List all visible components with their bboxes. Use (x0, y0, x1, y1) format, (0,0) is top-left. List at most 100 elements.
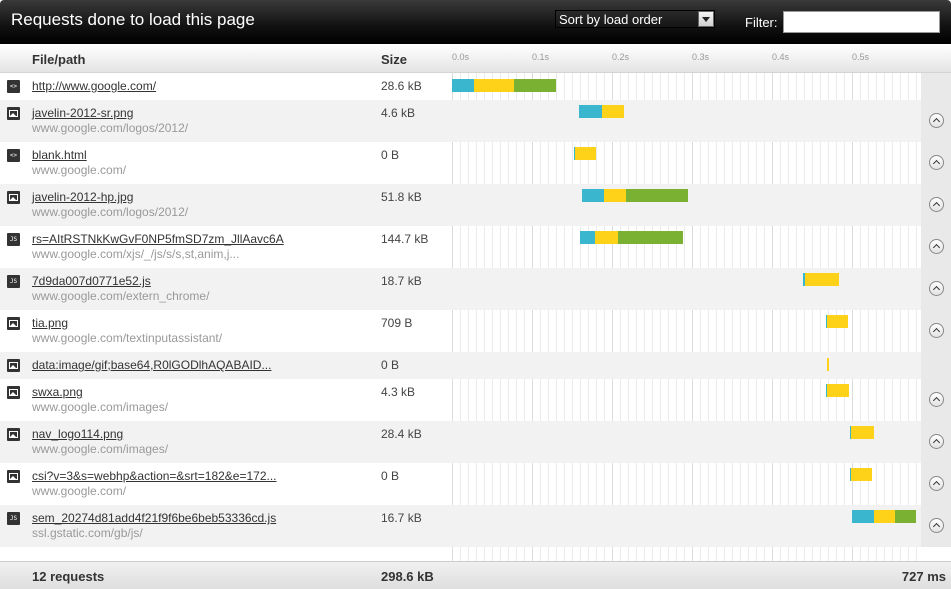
timeline-tick: 0.4s (772, 52, 790, 62)
request-timeline (452, 184, 920, 226)
timeline-tick: 0.1s (532, 52, 550, 62)
timing-bar-wait (851, 468, 872, 481)
request-row[interactable]: javelin-2012-sr.png www.google.com/logos/… (0, 100, 951, 142)
request-timeline (452, 142, 920, 184)
request-timeline (452, 421, 920, 463)
request-path: www.google.com/ (32, 163, 127, 177)
request-path: www.google.com/ (32, 484, 127, 498)
request-row[interactable]: data:image/gif;base64,R0lGODlhAQABAID...… (0, 352, 951, 379)
total-requests: 12 requests (32, 569, 105, 584)
request-row[interactable]: <> blank.html www.google.com/0 B (0, 142, 951, 184)
request-row[interactable]: csi?v=3&s=webhp&action=&srt=182&e=172...… (0, 463, 951, 505)
request-path: www.google.com/images/ (32, 442, 169, 456)
request-link[interactable]: javelin-2012-hp.jpg (32, 190, 133, 204)
timing-bar-dns (452, 79, 475, 92)
request-link[interactable]: csi?v=3&s=webhp&action=&srt=182&e=172... (32, 469, 277, 483)
timeline-tick: 0.5s (852, 52, 870, 62)
request-link[interactable]: http://www.google.com/ (32, 79, 156, 93)
request-row[interactable]: swxa.png www.google.com/images/4.3 kB (0, 379, 951, 421)
timing-bar-wait (602, 105, 624, 118)
request-size: 709 B (381, 316, 413, 330)
request-timeline (452, 352, 920, 379)
collapse-icon[interactable] (929, 113, 944, 128)
request-row[interactable]: <> http://www.google.com/28.6 kB (0, 73, 951, 100)
image-icon (7, 470, 20, 483)
request-link[interactable]: tia.png (32, 316, 68, 330)
timing-bar-wait (575, 147, 596, 160)
request-size: 4.3 kB (381, 385, 416, 399)
request-path: www.google.com/images/ (32, 400, 169, 414)
request-timeline (452, 226, 920, 268)
timing-bar-wait (827, 384, 849, 397)
request-link[interactable]: 7d9da007d0771e52.js (32, 274, 151, 288)
request-link[interactable]: data:image/gif;base64,R0lGODlhAQABAID... (32, 358, 271, 372)
collapse-icon[interactable] (929, 323, 944, 338)
request-size: 0 B (381, 469, 400, 483)
js-icon: JS (7, 512, 20, 525)
timing-bar-receive (895, 510, 916, 523)
collapse-icon[interactable] (929, 281, 944, 296)
timing-bar-receive (618, 231, 684, 244)
filter-input[interactable] (783, 11, 940, 33)
image-icon (7, 191, 20, 204)
request-row[interactable]: JS 7d9da007d0771e52.js www.google.com/exte… (0, 268, 951, 310)
request-size: 28.6 kB (381, 79, 422, 93)
request-path: ssl.gstatic.com/gb/js/ (32, 526, 143, 540)
summary-footer: 12 requests 298.6 kB 727 ms (0, 561, 951, 589)
collapse-icon[interactable] (929, 476, 944, 491)
timing-bar-dns (579, 105, 603, 118)
timing-bar-wait (604, 189, 627, 202)
filter-label: Filter: (745, 15, 778, 30)
request-size: 4.6 kB (381, 106, 416, 120)
request-link[interactable]: sem_20274d81add4f21f9f6be6beb53336cd.js (32, 511, 276, 525)
html-icon: <> (7, 149, 20, 162)
timing-bar-wait (474, 79, 515, 92)
request-row[interactable]: javelin-2012-hp.jpg www.google.com/logos/… (0, 184, 951, 226)
collapse-icon[interactable] (929, 392, 944, 407)
timing-bar-wait (827, 315, 848, 328)
timing-bar-wait (851, 426, 874, 439)
request-size: 28.4 kB (381, 427, 422, 441)
request-link[interactable]: blank.html (32, 148, 87, 162)
request-timeline (452, 73, 920, 100)
image-icon (7, 317, 20, 330)
sort-select-value: Sort by load order (559, 12, 663, 27)
collapse-icon[interactable] (929, 155, 944, 170)
chevron-down-icon[interactable] (698, 11, 714, 27)
image-icon (7, 386, 20, 399)
request-timeline (452, 505, 920, 547)
timing-bar-wait (595, 231, 619, 244)
column-size: Size (381, 52, 408, 67)
timing-bar-wait (873, 510, 896, 523)
request-timeline (452, 379, 920, 421)
request-path: www.google.com/xjs/_/js/s/s,st,anim,j... (32, 247, 240, 261)
column-file-path: File/path (32, 52, 86, 67)
collapse-icon[interactable] (929, 197, 944, 212)
js-icon: JS (7, 233, 20, 246)
request-row[interactable]: nav_logo114.png www.google.com/images/28.… (0, 421, 951, 463)
request-row[interactable]: JS rs=AItRSTNkKwGvF0NP5fmSD7zm_JllAavc6A w… (0, 226, 951, 268)
sort-select[interactable]: Sort by load order (555, 10, 715, 28)
request-link[interactable]: swxa.png (32, 385, 83, 399)
collapse-icon[interactable] (929, 518, 944, 533)
request-row[interactable]: tia.png www.google.com/textinputassistant… (0, 310, 951, 352)
request-link[interactable]: nav_logo114.png (32, 427, 123, 441)
timing-bar-wait (804, 273, 840, 286)
request-size: 144.7 kB (381, 232, 429, 246)
request-size: 0 B (381, 148, 400, 162)
timing-bar-wait (827, 358, 829, 371)
timing-bar-dns (852, 510, 874, 523)
request-link[interactable]: javelin-2012-sr.png (32, 106, 133, 120)
collapse-icon[interactable] (929, 239, 944, 254)
request-timeline (452, 100, 920, 142)
timing-bar-dns (581, 189, 604, 202)
request-size: 0 B (381, 358, 400, 372)
timeline-tick: 0.3s (692, 52, 710, 62)
request-size: 51.8 kB (381, 190, 422, 204)
column-header: File/path Size 0.0s 0.1s 0.2s 0.3s 0.4s 0.5s (0, 44, 951, 73)
request-link[interactable]: rs=AItRSTNkKwGvF0NP5fmSD7zm_JllAavc6A (32, 232, 284, 246)
request-path: www.google.com/extern_chrome/ (32, 289, 210, 303)
collapse-icon[interactable] (929, 434, 944, 449)
timing-bar-dns (580, 231, 596, 244)
request-row[interactable]: JS sem_20274d81add4f21f9f6be6beb53336cd.j… (0, 505, 951, 547)
